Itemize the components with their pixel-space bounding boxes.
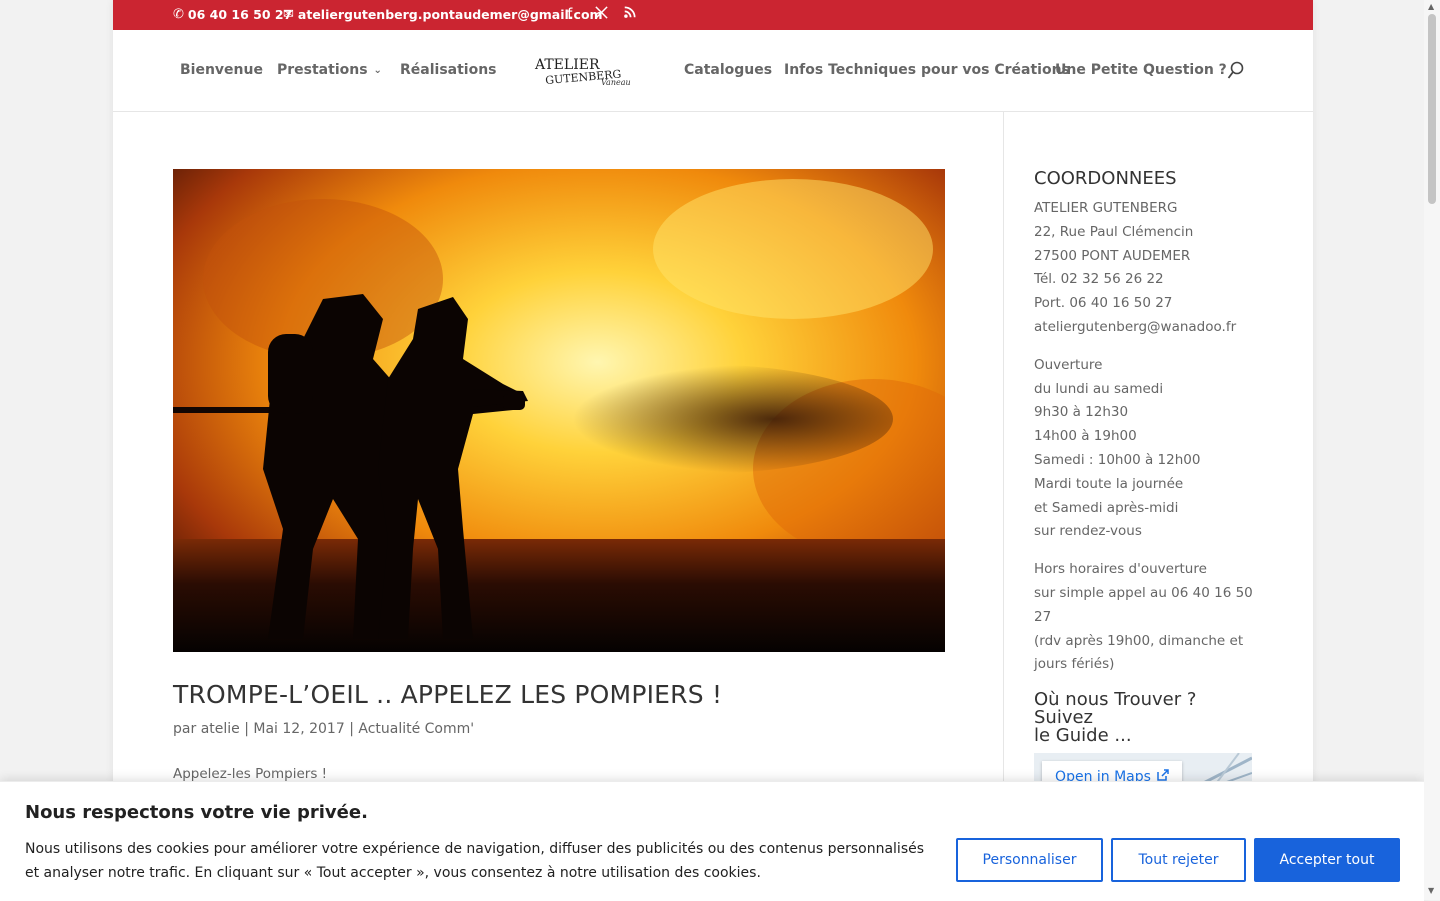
rss-icon[interactable] (623, 5, 637, 23)
cookie-title: Nous respectons votre vie privée. (25, 802, 368, 823)
sidebar-address: ATELIER GUTENBERG 22, Rue Paul Clémencin… (1034, 197, 1254, 340)
post-date: Mai 12, 2017 (253, 721, 345, 737)
main-header: Bienvenue Prestations ⌄ Réalisations ATEL… (113, 30, 1313, 112)
nav-item-bienvenue[interactable]: Bienvenue (180, 62, 263, 78)
sidebar-after-hours: Hors horaires d'ouverture sur simple app… (1034, 561, 1253, 673)
sidebar-hours: Ouverture du lundi au samedi 9h30 à 12h3… (1034, 356, 1201, 540)
x-twitter-icon[interactable] (594, 5, 609, 24)
phone-icon: ✆ (173, 7, 184, 22)
cookie-banner: Nous respectons votre vie privée. Nous u… (0, 781, 1424, 901)
nav-item-realisations[interactable]: Réalisations (400, 62, 497, 78)
cookie-reject-button[interactable]: Tout rejeter (1111, 838, 1246, 882)
post-category-link[interactable]: Actualité Comm' (358, 721, 474, 737)
topbar-email[interactable]: ✉ ateliergutenberg.pontaudemer@gmail.com (283, 7, 603, 22)
sidebar: COORDONNEES ATELIER GUTENBERG 22, Rue Pa… (1034, 168, 1254, 753)
topbar-phone[interactable]: ✆ 06 40 16 50 27 (173, 7, 292, 22)
scroll-up-arrow-icon[interactable]: ▲ (1428, 2, 1434, 11)
nav-item-prestations[interactable]: Prestations ⌄ (277, 62, 382, 78)
nav-item-catalogues[interactable]: Catalogues (684, 62, 772, 78)
cookie-text: Nous utilisons des cookies pour améliore… (25, 841, 925, 881)
sidebar-heading-guide: Où nous Trouver ? Suivez le Guide ... (1034, 689, 1197, 747)
logo-text-script: Vaneau (601, 78, 631, 87)
page-scrollbar[interactable]: ▲ ▼ (1424, 0, 1440, 900)
cookie-accept-button[interactable]: Accepter tout (1254, 838, 1400, 882)
chevron-down-icon: ⌄ (373, 65, 382, 76)
facebook-icon[interactable]: f (567, 5, 572, 23)
top-bar: ✆ 06 40 16 50 27 ✉ ateliergutenberg.pont… (113, 0, 1313, 30)
scrollbar-thumb[interactable] (1428, 14, 1436, 204)
firefighters-image (173, 169, 945, 652)
post-featured-image[interactable] (173, 169, 945, 652)
site-logo[interactable]: ATELIER GUTENBERG Vaneau (531, 54, 637, 88)
scroll-down-arrow-icon[interactable]: ▼ (1428, 886, 1434, 895)
nav-item-infos-techniques[interactable]: Infos Techniques pour vos Créations (784, 62, 1070, 78)
sidebar-heading-coordonnees: COORDONNEES (1034, 168, 1177, 189)
post-title[interactable]: TROMPE-L’OEIL .. APPELEZ LES POMPIERS ! (173, 680, 722, 709)
sidebar-email-link[interactable]: ateliergutenberg@wanadoo.fr (1034, 316, 1254, 340)
mail-icon: ✉ (283, 7, 294, 22)
post-meta: par atelie | Mai 12, 2017 | Actualité Co… (173, 721, 475, 737)
post-excerpt: Appelez-les Pompiers ! (173, 766, 328, 782)
post-author-link[interactable]: atelie (201, 721, 240, 737)
cookie-customize-button[interactable]: Personnaliser (956, 838, 1103, 882)
search-icon[interactable] (1227, 61, 1245, 81)
nav-item-petite-question[interactable]: Une Petite Question ? (1055, 62, 1227, 78)
page-container: ✆ 06 40 16 50 27 ✉ ateliergutenberg.pont… (113, 0, 1313, 900)
